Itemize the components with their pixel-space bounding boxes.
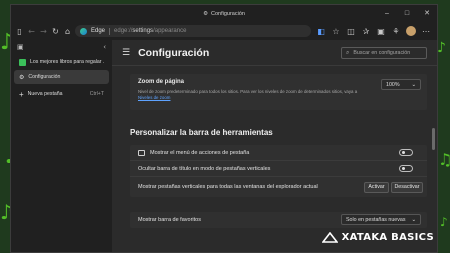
favorite-star-icon[interactable]: ☆ — [329, 24, 343, 38]
tab-actions-icon[interactable]: ▣ — [17, 43, 24, 51]
address-separator — [109, 27, 111, 35]
zoom-select[interactable]: 100% ⌄ — [381, 79, 421, 90]
xataka-logo-icon — [321, 232, 338, 243]
tab-label: Configuración — [28, 74, 61, 80]
search-icon: ⌕ — [346, 48, 350, 56]
favorites-bar-select[interactable]: Solo en pestañas nuevas ⌄ — [341, 214, 421, 225]
minimize-button[interactable]: – — [377, 5, 397, 22]
close-button[interactable]: ✕ — [417, 5, 437, 22]
address-bar[interactable]: Edge edge://settings/appearance — [75, 25, 311, 37]
tab-actions-toggle[interactable] — [399, 149, 413, 156]
hide-title-bar-toggle[interactable] — [399, 165, 413, 172]
collapse-pane-icon[interactable]: ‹ — [103, 43, 106, 51]
zoom-levels-link[interactable]: Niveles de zoom — [138, 95, 170, 100]
section-title: Personalizar la barra de herramientas — [130, 128, 273, 137]
settings-header: ☰ Configuración ⌕ Buscar en configuració… — [112, 40, 437, 66]
vertical-tabs-icon[interactable]: ▯ — [15, 24, 24, 38]
watermark: XATAKA BASICS — [321, 232, 434, 243]
forward-button[interactable]: → — [39, 24, 48, 38]
favorites-bar-value: Solo en pestañas nuevas — [346, 216, 406, 223]
zoom-card: Zoom de página Nivel de zoom predetermin… — [130, 74, 427, 110]
row-label: Mostrar barra de favoritos — [138, 217, 201, 223]
browser-window: ⚙ Configuración – □ ✕ ▯ ← → ↻ ⌂ Edge edg… — [10, 4, 438, 253]
row-label: Mostrar pestañas verticales para todas l… — [138, 184, 318, 190]
gear-icon: ⚙ — [19, 73, 25, 81]
settings-search-input[interactable]: ⌕ Buscar en configuración — [341, 46, 427, 59]
page-title: Configuración — [138, 46, 210, 59]
new-tab-button[interactable]: + Nueva pestaña Ctrl+T — [11, 87, 112, 101]
vertical-tabs-all-windows-row: Mostrar pestañas verticales para todas l… — [130, 177, 427, 197]
window-title: Configuración — [211, 10, 245, 17]
edge-logo-icon — [80, 27, 87, 35]
plus-icon: + — [19, 89, 24, 99]
settings-page: ☰ Configuración ⌕ Buscar en configuració… — [112, 40, 437, 252]
extensions-icon[interactable]: ⚘ — [389, 24, 403, 38]
deactivate-button[interactable]: Desactivar — [391, 181, 423, 193]
row-label: Ocultar barra de título en modo de pesta… — [138, 165, 271, 172]
row-label: Mostrar el menú de acciones de pestaña — [150, 149, 250, 156]
sidebar-tab-books[interactable]: Los mejores libros para regalar ... — [14, 55, 109, 69]
favorites-bar-row: Mostrar barra de favoritos Solo en pesta… — [130, 212, 427, 228]
tab-label: Los mejores libros para regalar ... — [30, 59, 104, 65]
immersive-reader-icon[interactable]: ◧ — [314, 24, 328, 38]
browser-brand: Edge — [91, 28, 106, 34]
vertical-tabs-pane: ▣ ‹ Los mejores libros para regalar ... … — [11, 40, 112, 252]
search-placeholder: Buscar en configuración — [353, 49, 411, 56]
browser-toolbar: ▯ ← → ↻ ⌂ Edge edge://settings/appearanc… — [11, 22, 437, 40]
activate-button[interactable]: Activar — [364, 181, 389, 193]
scrollbar-thumb[interactable] — [432, 128, 435, 150]
refresh-button[interactable]: ↻ — [51, 24, 60, 38]
hide-title-bar-row: Ocultar barra de título en modo de pesta… — [130, 161, 427, 177]
back-button[interactable]: ← — [27, 24, 36, 38]
zoom-description: Nivel de zoom predeterminado para todos … — [138, 89, 358, 100]
new-tab-shortcut: Ctrl+T — [89, 91, 104, 97]
toolbar-settings-group: Mostrar el menú de acciones de pestaña O… — [130, 145, 427, 197]
chevron-down-icon: ⌄ — [411, 81, 416, 88]
tab-actions-menu-row: Mostrar el menú de acciones de pestaña — [130, 145, 427, 161]
gear-icon: ⚙ — [203, 10, 208, 17]
maximize-button[interactable]: □ — [397, 5, 417, 22]
collections-icon[interactable]: ▣ — [374, 24, 388, 38]
zoom-value: 100% — [386, 81, 400, 88]
more-menu-icon[interactable]: ⋯ — [419, 24, 433, 38]
new-tab-label: Nueva pestaña — [27, 91, 63, 97]
url-text: edge://settings/appearance — [114, 28, 187, 34]
sidebar-tab-settings[interactable]: ⚙ Configuración — [14, 70, 109, 84]
menu-icon[interactable]: ☰ — [122, 48, 130, 58]
zoom-title: Zoom de página — [138, 79, 185, 85]
title-bar: ⚙ Configuración – □ ✕ — [11, 5, 437, 22]
chevron-down-icon: ⌄ — [411, 216, 416, 223]
split-screen-icon[interactable]: ◫ — [344, 24, 358, 38]
home-button[interactable]: ⌂ — [63, 24, 72, 38]
favorites-icon[interactable]: ✰ — [359, 24, 373, 38]
tab-actions-menu-icon — [138, 149, 145, 156]
tab-favicon-icon — [19, 58, 26, 66]
watermark-text: XATAKA BASICS — [341, 232, 434, 243]
profile-avatar[interactable] — [406, 26, 416, 36]
